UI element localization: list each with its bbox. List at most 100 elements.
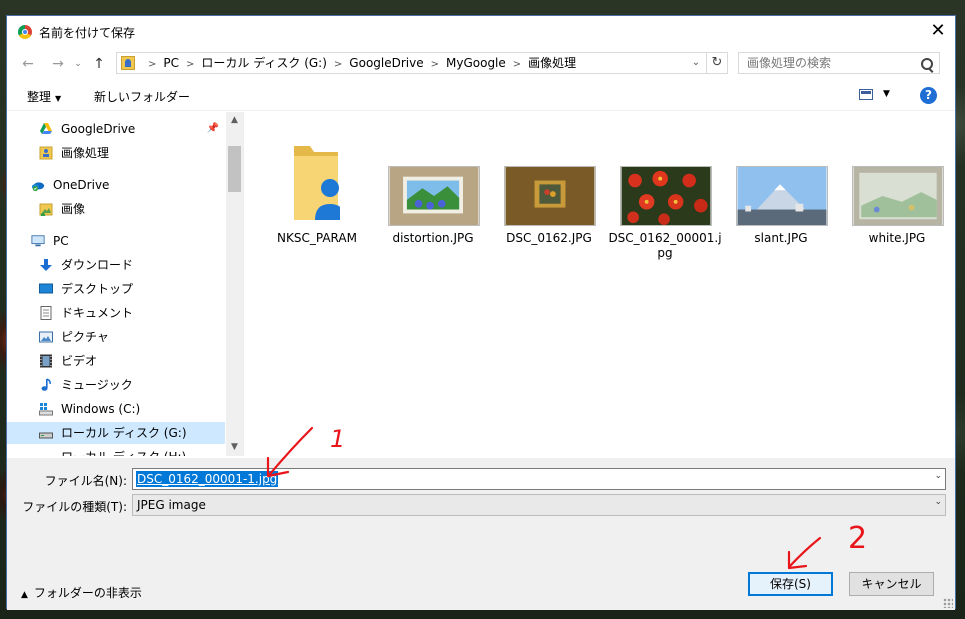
hide-folders-label: フォルダーの非表示 (33, 586, 142, 600)
navigation-scrollbar[interactable]: ▲ ▼ (226, 112, 243, 456)
filetype-select[interactable]: JPEG image ⌄ (132, 494, 946, 516)
image-thumbnail (504, 166, 596, 226)
breadcrumb-item[interactable]: GoogleDrive (349, 56, 423, 70)
cancel-button[interactable]: キャンセル (849, 572, 934, 596)
scroll-up-arrow-icon[interactable]: ▲ (226, 112, 243, 129)
nav-item-label: ビデオ (61, 354, 98, 368)
file-item-image[interactable]: white.JPG (839, 126, 949, 246)
nav-item-label: GoogleDrive (61, 122, 136, 136)
new-folder-button[interactable]: 新しいフォルダー (94, 88, 190, 105)
up-button[interactable]: ↑ (89, 54, 109, 74)
file-name: white.JPG (868, 231, 926, 245)
nav-item-local-disk-g[interactable]: ローカル ディスク (G:) (7, 422, 225, 444)
chevron-up-icon: ▲ (21, 590, 28, 600)
nav-item-label: デスクトップ (61, 282, 134, 296)
save-as-dialog: 名前を付けて保存 ✕ ← → ⌄ ↑ > PC > ローカル ディスク (G:) > Go… (6, 15, 956, 610)
desktop-icon (39, 283, 53, 294)
image-thumbnail (852, 166, 944, 226)
nav-item-label: ダウンロード (61, 258, 134, 272)
breadcrumb-separator: > (148, 59, 157, 70)
organize-menu[interactable]: 整理 ▼ (27, 88, 61, 105)
filename-value: DSC_0162_00001-1.jpg (136, 471, 279, 487)
file-item-folder[interactable]: NKSC_PARAM (259, 126, 369, 246)
file-item-image[interactable]: slant.JPG (723, 126, 833, 246)
breadcrumb: > PC > ローカル ディスク (G:) > GoogleDrive > MyGoogle >… (141, 53, 576, 73)
nav-item-label: ピクチャ (61, 330, 109, 344)
nav-item-pictures-library[interactable]: ピクチャ (7, 326, 225, 348)
file-name: DSC_0162.JPG (506, 231, 592, 245)
chrome-icon (18, 25, 32, 39)
breadcrumb-item[interactable]: ローカル ディスク (G:) (201, 56, 327, 70)
save-button[interactable]: 保存(S) (748, 572, 833, 596)
nav-item-image-processing[interactable]: 画像処理 (7, 142, 225, 164)
nav-item-local-disk-h[interactable]: ローカル ディスク (H:) (7, 446, 225, 456)
nav-item-music[interactable]: ミュージック (7, 374, 225, 396)
filename-input[interactable]: DSC_0162_00001-1.jpg ⌄ (132, 468, 946, 490)
chevron-down-icon[interactable]: ⌄ (934, 471, 942, 481)
resize-grip[interactable] (943, 598, 953, 608)
image-thumbnail (736, 166, 828, 226)
nav-item-label: 画像処理 (61, 146, 110, 160)
file-name: NKSC_PARAM (277, 231, 357, 245)
video-icon (40, 354, 52, 368)
folder-user-icon (294, 146, 340, 220)
breadcrumb-separator: > (430, 59, 439, 70)
nav-item-pictures[interactable]: 画像 (7, 198, 225, 220)
help-icon[interactable]: ? (920, 87, 937, 104)
pictures-folder-icon (39, 203, 53, 216)
drive-icon (39, 432, 53, 439)
file-name: distortion.JPG (392, 231, 474, 245)
google-drive-icon (40, 123, 52, 134)
breadcrumb-item[interactable]: MyGoogle (446, 56, 506, 70)
forward-button[interactable]: → (48, 54, 68, 74)
breadcrumb-item[interactable]: PC (163, 56, 179, 70)
windows-drive-icon (39, 403, 53, 416)
music-note-icon (41, 378, 51, 391)
breadcrumb-separator: > (186, 59, 195, 70)
scroll-down-arrow-icon[interactable]: ▼ (226, 439, 243, 456)
breadcrumb-item[interactable]: 画像処理 (528, 56, 576, 70)
file-item-image[interactable]: DSC_0162.JPG (491, 126, 601, 246)
close-button[interactable]: ✕ (927, 20, 949, 42)
chevron-down-icon[interactable]: ⌄ (934, 497, 942, 507)
search-input[interactable]: 画像処理の検索 (738, 52, 940, 74)
back-button[interactable]: ← (18, 54, 38, 74)
nav-item-label: 画像 (61, 202, 86, 216)
nav-item-videos[interactable]: ビデオ (7, 350, 225, 372)
nav-item-onedrive[interactable]: OneDrive (7, 174, 225, 196)
refresh-button[interactable]: ↻ (706, 53, 727, 73)
address-row: ← → ⌄ ↑ > PC > ローカル ディスク (G:) > GoogleDrive > M… (7, 50, 955, 78)
breadcrumb-separator: > (333, 59, 343, 70)
save-form: ファイル名(N): DSC_0162_00001-1.jpg ⌄ ファイルの種類… (7, 458, 955, 610)
computer-icon (31, 235, 45, 247)
hide-folders-toggle[interactable]: ▲ フォルダーの非表示 (21, 584, 142, 601)
pin-icon[interactable]: 📌 (207, 118, 219, 140)
nav-item-desktop[interactable]: デスクトップ (7, 278, 225, 300)
folder-location-icon (121, 56, 135, 70)
organize-label: 整理 (27, 90, 52, 104)
file-item-image[interactable]: DSC_0162_00001.jpg (607, 126, 722, 260)
view-mode-icon[interactable] (859, 89, 873, 100)
nav-item-label: OneDrive (53, 178, 110, 192)
window-title: 名前を付けて保存 (39, 26, 136, 40)
nav-item-googledrive[interactable]: GoogleDrive 📌 (7, 118, 225, 140)
file-list: NKSC_PARAM distortion.JPG DSC_0162.JPG D… (247, 112, 953, 456)
scroll-thumb[interactable] (228, 146, 241, 192)
folder-user-icon (39, 146, 53, 160)
recent-locations-chevron-icon[interactable]: ⌄ (68, 54, 88, 74)
nav-item-pc[interactable]: PC (7, 230, 225, 252)
nav-item-downloads[interactable]: ダウンロード (7, 254, 225, 276)
image-thumbnail (620, 166, 712, 226)
address-dropdown-chevron-icon[interactable]: ⌄ (687, 53, 705, 73)
nav-item-label: PC (53, 234, 69, 248)
filetype-value: JPEG image (137, 498, 206, 512)
nav-item-windows-c[interactable]: Windows (C:) (7, 398, 225, 420)
view-dropdown-arrow-icon[interactable]: ▼ (883, 89, 890, 99)
address-bar[interactable]: > PC > ローカル ディスク (G:) > GoogleDrive > MyGoogle >… (116, 52, 728, 74)
filetype-label: ファイルの種類(T): (22, 500, 127, 514)
nav-item-label: ミュージック (61, 378, 133, 392)
file-item-image[interactable]: distortion.JPG (375, 126, 485, 246)
nav-item-label: ドキュメント (61, 306, 134, 320)
nav-item-documents[interactable]: ドキュメント (7, 302, 225, 324)
nav-item-label: ローカル ディスク (H:) (61, 446, 186, 456)
